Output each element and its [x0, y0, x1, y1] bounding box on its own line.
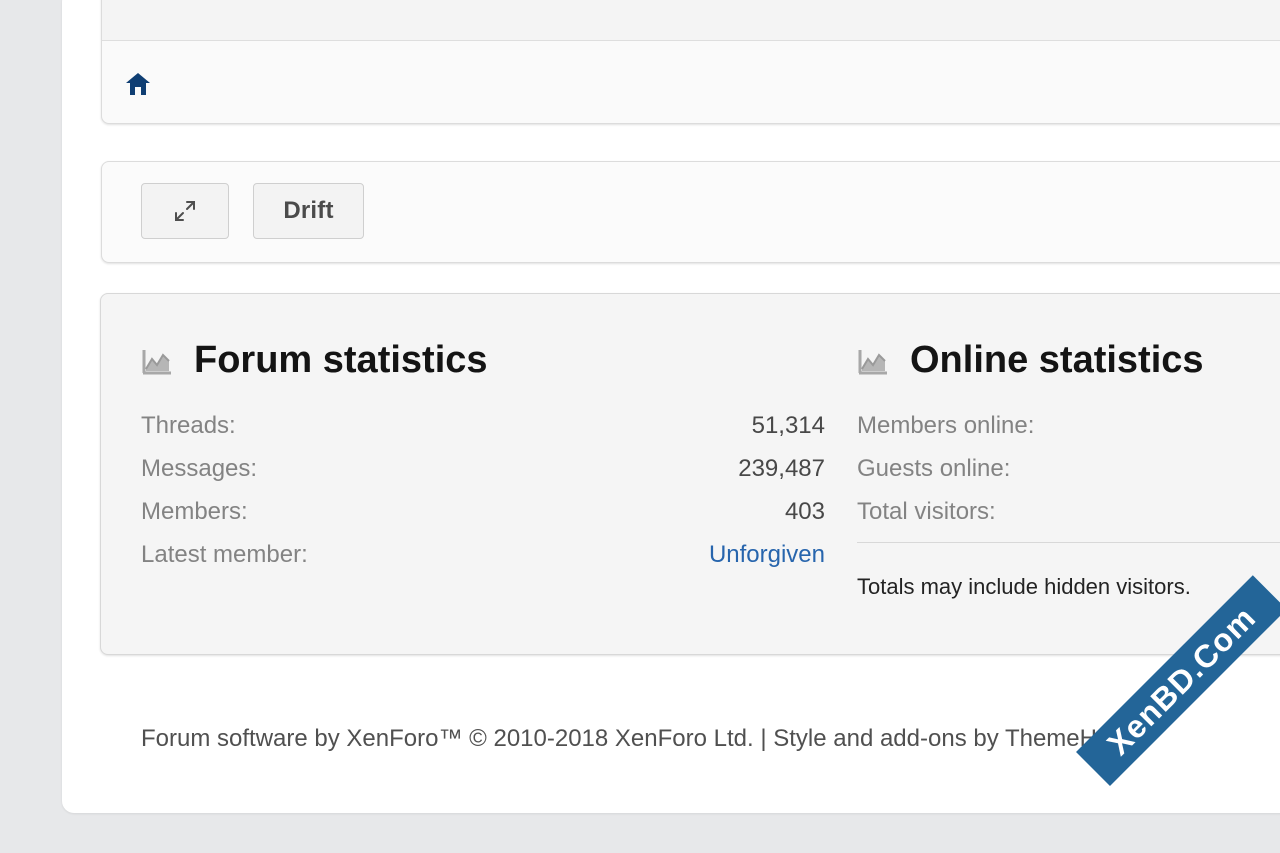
online-statistics-divider: [857, 542, 1280, 543]
latest-member-label: Latest member:: [141, 541, 308, 568]
breadcrumb-top-strip: [102, 0, 1280, 41]
chart-icon: [142, 349, 171, 374]
statistics-panel: Forum statistics Threads: 51,314 Message…: [100, 293, 1280, 655]
toolbar-panel: Drift: [101, 161, 1280, 263]
drift-button[interactable]: Drift: [253, 183, 364, 239]
forum-statistics-list: Threads: 51,314 Messages: 239,487 Member…: [141, 412, 825, 584]
expand-button[interactable]: [141, 183, 229, 239]
online-statistics-title: Online statistics: [910, 339, 1204, 381]
members-label: Members:: [141, 498, 248, 525]
expand-icon: [175, 201, 195, 221]
messages-row: Messages: 239,487: [141, 455, 825, 498]
total-visitors-label: Total visitors:: [857, 498, 996, 525]
chart-icon: [858, 349, 887, 374]
breadcrumb-panel: [101, 0, 1280, 124]
guests-online-label: Guests online:: [857, 455, 1011, 482]
footer-copyright: Forum software by XenForo™ © 2010-2018 X…: [141, 725, 1150, 752]
home-icon: [126, 73, 150, 95]
forum-statistics-title: Forum statistics: [194, 339, 488, 381]
members-row: Members: 403: [141, 498, 825, 541]
threads-label: Threads:: [141, 412, 236, 439]
home-link[interactable]: [122, 68, 154, 100]
forum-statistics-heading: Forum statistics: [141, 339, 488, 382]
latest-member-row: Latest member: Unforgiven: [141, 541, 825, 584]
online-statistics-list: Members online: Guests online: Total vis…: [857, 412, 1280, 541]
latest-member-link[interactable]: Unforgiven: [709, 541, 825, 569]
members-value: 403: [784, 498, 825, 525]
members-online-label: Members online:: [857, 412, 1035, 439]
threads-value: 51,314: [751, 412, 825, 439]
threads-row: Threads: 51,314: [141, 412, 825, 455]
hidden-visitors-note: Totals may include hidden visitors.: [857, 574, 1191, 599]
online-statistics-heading: Online statistics: [857, 339, 1204, 382]
messages-label: Messages:: [141, 455, 258, 482]
messages-value: 239,487: [738, 455, 825, 482]
